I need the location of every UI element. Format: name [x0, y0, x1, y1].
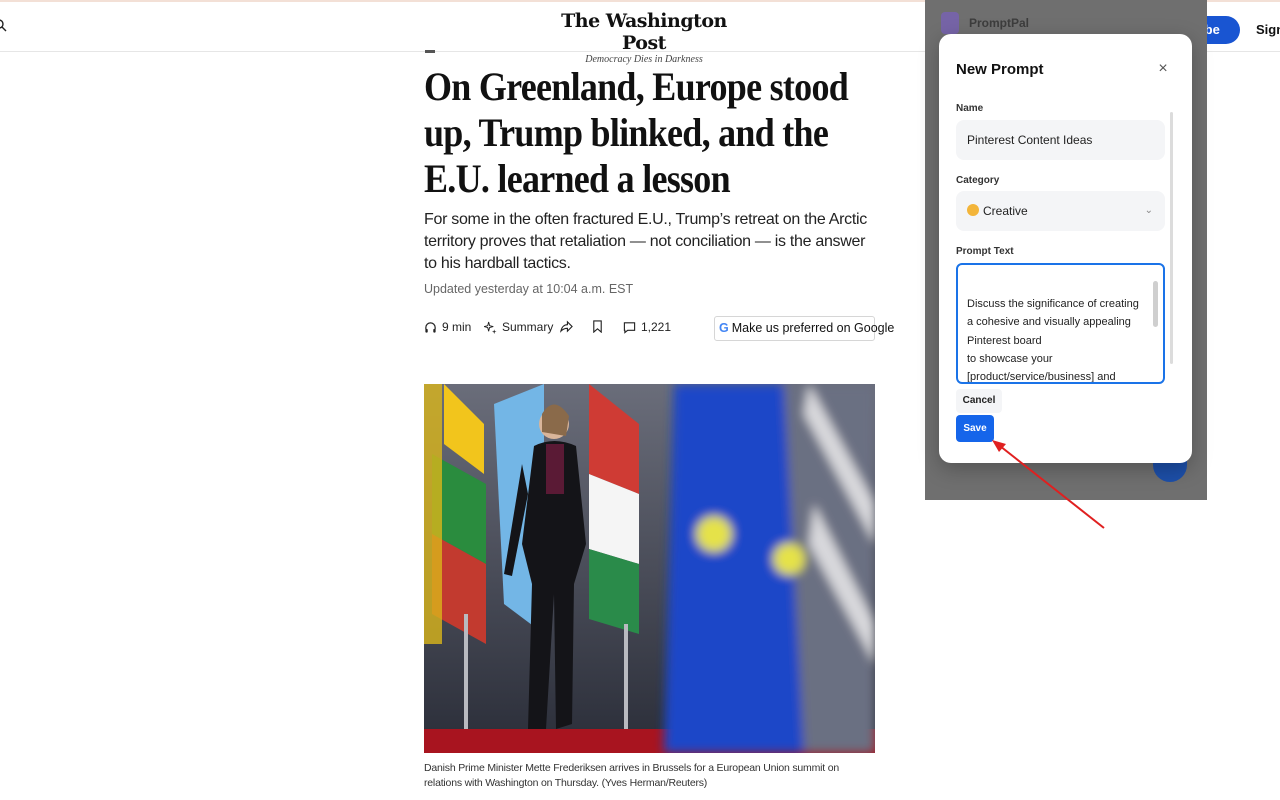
- summary-button[interactable]: Summary: [484, 320, 553, 334]
- google-preferred-label: Make us preferred on Google: [731, 321, 895, 335]
- comment-count: 1,221: [641, 320, 672, 334]
- headphones-icon: [425, 321, 436, 333]
- site-logo[interactable]: The Washington Post: [544, 10, 744, 54]
- category-value: Creative: [983, 204, 1028, 218]
- share-icon[interactable]: [560, 320, 573, 333]
- listen-button[interactable]: 9 min: [424, 320, 471, 334]
- textarea-scrollbar[interactable]: [1153, 281, 1158, 327]
- bookmark-icon[interactable]: [592, 320, 603, 333]
- extension-header: PromptPal: [939, 10, 1189, 36]
- modal-title: New Prompt: [956, 61, 1044, 78]
- category-select[interactable]: Creative ⌄: [956, 191, 1165, 231]
- comment-icon: [623, 321, 636, 334]
- masthead[interactable]: The Washington Post Democracy Dies in Da…: [544, 10, 744, 66]
- chevron-down-icon: ⌄: [1144, 205, 1153, 216]
- extension-logo-icon: [941, 12, 959, 34]
- category-label: Category: [956, 175, 1000, 186]
- listen-duration: 9 min: [442, 320, 472, 334]
- search-icon[interactable]: [0, 18, 8, 32]
- sparkle-icon: [484, 321, 497, 334]
- extension-title: PromptPal: [969, 16, 1030, 30]
- lead-photo: [424, 384, 875, 753]
- new-prompt-modal: New Prompt × Name Pinterest Content Idea…: [939, 34, 1192, 463]
- photo-caption: Danish Prime Minister Mette Frederiksen …: [424, 762, 839, 789]
- article-action-bar: 9 min Summary 1,221 G Make us preferred o…: [424, 316, 894, 342]
- article-timestamp: Updated yesterday at 10:04 a.m. EST: [424, 282, 634, 296]
- article-headline: On Greenland, Europe stood up, Trump bli…: [424, 64, 849, 201]
- google-preferred-button[interactable]: G Make us preferred on Google: [714, 316, 894, 341]
- prompt-textarea[interactable]: Discuss the significance of creating a c…: [956, 263, 1165, 384]
- creative-emoji-icon: [967, 204, 979, 216]
- summary-label: Summary: [502, 320, 554, 334]
- close-icon[interactable]: ×: [1155, 61, 1171, 77]
- prompt-text-value: Discuss the significance of creating a c…: [967, 298, 1139, 384]
- name-label: Name: [956, 103, 984, 114]
- sign-in-link[interactable]: Sign: [1256, 22, 1280, 37]
- article-dek: For some in the often fractured E.U., Tr…: [424, 211, 867, 272]
- cancel-button[interactable]: Cancel: [956, 389, 1002, 413]
- comments-button[interactable]: 1,221: [623, 320, 671, 334]
- google-icon: G: [719, 321, 729, 335]
- modal-scrollbar[interactable]: [1170, 112, 1173, 364]
- name-input[interactable]: Pinterest Content Ideas: [956, 120, 1165, 160]
- kicker-fragment: [425, 50, 435, 53]
- save-button[interactable]: Save: [956, 415, 994, 442]
- prompt-text-label: Prompt Text: [956, 246, 1014, 257]
